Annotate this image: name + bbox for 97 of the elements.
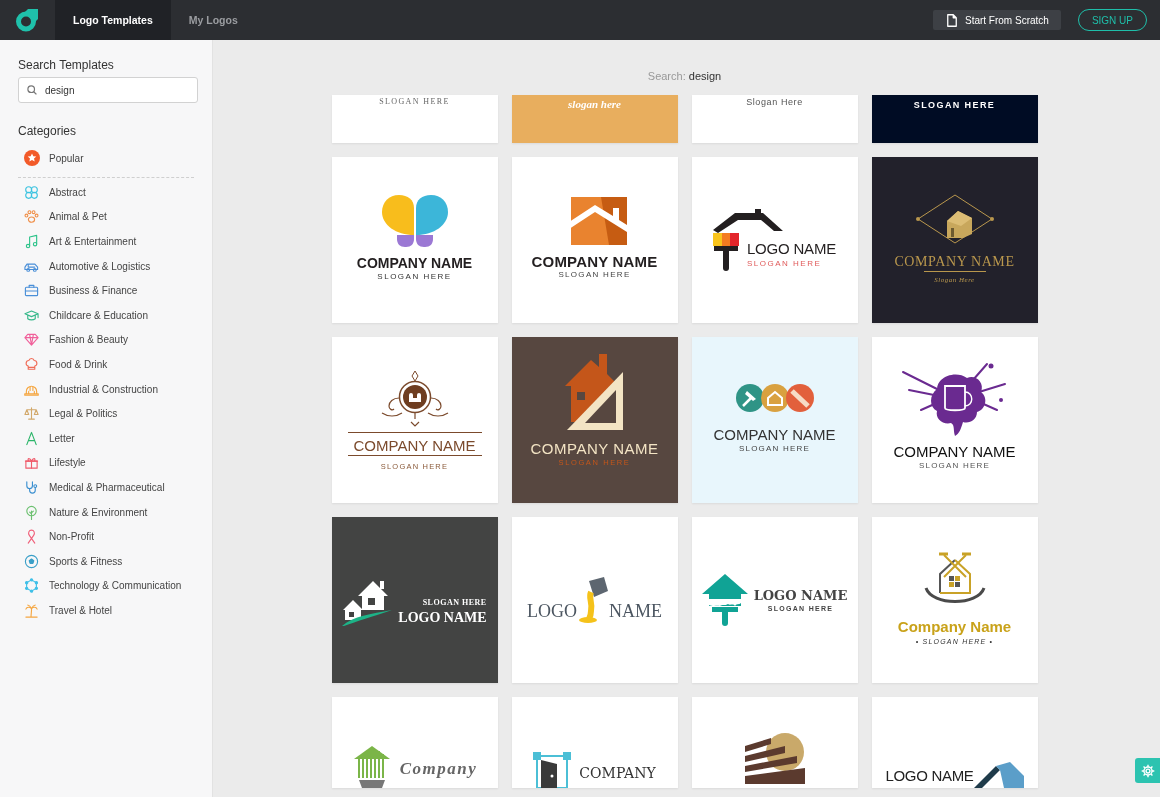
tool-circles-icon xyxy=(734,383,815,413)
logo-title: LOGO NAME xyxy=(753,587,848,603)
logo-template-card[interactable] xyxy=(691,697,858,788)
logo-title: COMPANY NAME xyxy=(713,426,836,443)
tree-icon xyxy=(24,504,39,520)
category-item[interactable]: Non-Profit xyxy=(18,524,94,549)
logo-template-card[interactable]: Company xyxy=(331,697,498,788)
logo-template-card[interactable]: COMPANY NAME SLOGAN HERE xyxy=(511,157,678,323)
logo-title: LOGO xyxy=(527,601,577,621)
logo-template-card[interactable]: COMPANY NAME SLOGAN HERE xyxy=(871,337,1038,503)
category-item[interactable]: Travel & Hotel xyxy=(18,598,112,623)
tab[interactable]: Logo Templates xyxy=(55,0,171,40)
logo-template-card[interactable]: SLOGAN HERE LOGO NAME xyxy=(331,517,498,683)
logo-template-card[interactable]: Slogan Here xyxy=(691,95,858,143)
logo-slogan: SLOGAN HERE xyxy=(379,97,450,107)
category-item[interactable]: Legal & Politics xyxy=(18,401,118,426)
paw-icon xyxy=(24,209,39,225)
ball-icon xyxy=(24,553,39,569)
category-item[interactable]: Automotive & Logistics xyxy=(18,253,151,279)
diamond-icon xyxy=(24,332,39,348)
palm-tree-icon xyxy=(24,602,39,618)
logo-slogan: SLOGAN HERE xyxy=(746,259,823,269)
diamond-house-icon xyxy=(914,194,995,244)
roof-icon xyxy=(712,209,783,233)
logo-title: COMPANY NAME xyxy=(531,254,658,270)
logo-title: LOGO NAME xyxy=(885,767,974,784)
category-item[interactable]: Abstract xyxy=(18,180,86,205)
category-item[interactable]: Popular xyxy=(18,146,84,170)
logo-icon[interactable] xyxy=(15,8,39,32)
settings-icon xyxy=(1140,763,1155,778)
logo-title: COMPANY NAME xyxy=(894,254,1015,270)
category-item[interactable]: Technology & Communication xyxy=(18,573,182,599)
logo-slogan: SLOGAN HERE xyxy=(739,444,810,454)
music-note-icon xyxy=(24,234,39,249)
logo-template-card[interactable]: COMPANY xyxy=(511,697,678,788)
letter-a-icon xyxy=(24,430,39,446)
logo-template-card[interactable]: COMPANY NAME SLOGAN HERE xyxy=(691,337,858,503)
search-field[interactable]: design xyxy=(18,77,198,103)
logo-slogan: Slogan Here xyxy=(746,97,803,108)
category-item[interactable]: Art & Entertainment xyxy=(18,229,137,254)
gift-icon xyxy=(24,455,39,471)
search-label: Search: xyxy=(647,70,686,82)
logo-title: COMPANY NAME xyxy=(893,443,1016,460)
logo-template-card[interactable]: COMPANY NAME SLOGAN HERE xyxy=(331,157,498,323)
category-item[interactable]: Business & Finance xyxy=(18,278,138,303)
roof-icon xyxy=(973,762,1024,788)
section-title: Search Templates xyxy=(18,58,115,72)
category-item[interactable]: Childcare & Education xyxy=(18,302,148,328)
butterfly-icon xyxy=(381,195,448,247)
category-item[interactable]: Medical & Pharmaceutical xyxy=(18,475,165,500)
logo-template-card[interactable]: LOGO NAME xyxy=(511,517,678,683)
paint-bucket-icon xyxy=(578,577,608,623)
logo-slogan: slogan here xyxy=(568,98,621,111)
logo-title: COMPANY NAME xyxy=(530,440,659,457)
logo-title: LOGO NAME xyxy=(746,240,837,258)
category-item[interactable]: Industrial & Construction xyxy=(18,376,158,402)
logo-slogan: SLOGAN HERE xyxy=(422,598,487,608)
search-query: design xyxy=(688,70,722,82)
logo-title: COMPANY NAME xyxy=(353,437,476,454)
logo-title: LOGO NAME xyxy=(398,610,487,626)
logo-title: COMPANY xyxy=(579,765,656,782)
search-icon xyxy=(27,85,37,95)
logo-title: Company xyxy=(399,759,478,778)
logo-template-card[interactable]: LOGO NAME SLOGAN HERE xyxy=(691,157,858,323)
logo-slogan: SLOGAN HERE xyxy=(558,270,631,280)
logo-title: NAME xyxy=(609,601,662,621)
document-icon xyxy=(946,13,957,27)
logo-slogan: SLOGAN HERE xyxy=(913,100,996,111)
category-item[interactable]: Animal & Pet xyxy=(18,204,107,230)
door-frame-icon xyxy=(533,752,572,788)
logo-template-card[interactable]: SLOGAN HERE xyxy=(331,95,498,143)
logo-slogan: SLOGAN HERE xyxy=(377,272,452,282)
category-item[interactable]: Letter xyxy=(18,425,75,451)
tab[interactable]: My Logos xyxy=(170,0,256,40)
start-from-scratch-button[interactable]: Start From Scratch xyxy=(932,10,1061,30)
graduation-cap-icon xyxy=(24,307,39,323)
knot-icon xyxy=(24,184,39,200)
house-brush-icon xyxy=(701,574,748,626)
logo-title: COMPANY NAME xyxy=(356,255,473,271)
scales-icon xyxy=(24,406,39,422)
paintbrush-icon xyxy=(712,233,739,271)
logo-template-card[interactable]: SLOGAN HERE xyxy=(871,95,1038,143)
category-item[interactable]: Food & Drink xyxy=(18,352,108,377)
stethoscope-icon xyxy=(24,479,39,495)
briefcase-icon xyxy=(24,283,39,299)
network-icon xyxy=(24,578,39,594)
house-ruler-icon xyxy=(564,352,625,432)
section-title: Categories xyxy=(18,124,78,138)
category-item[interactable]: Sports & Fitness xyxy=(18,548,123,574)
stairs-sun-icon xyxy=(744,732,805,784)
logo-title: Company Name xyxy=(897,618,1012,635)
category-item[interactable]: Fashion & Beauty xyxy=(18,327,128,353)
category-item[interactable]: Lifestyle xyxy=(18,450,86,476)
chef-hat-icon xyxy=(24,356,39,372)
logo-template-card[interactable]: LOGO NAME xyxy=(871,697,1038,788)
logo-slogan: SLOGAN HERE xyxy=(919,461,990,471)
category-item[interactable]: Nature & Environment xyxy=(18,499,148,525)
